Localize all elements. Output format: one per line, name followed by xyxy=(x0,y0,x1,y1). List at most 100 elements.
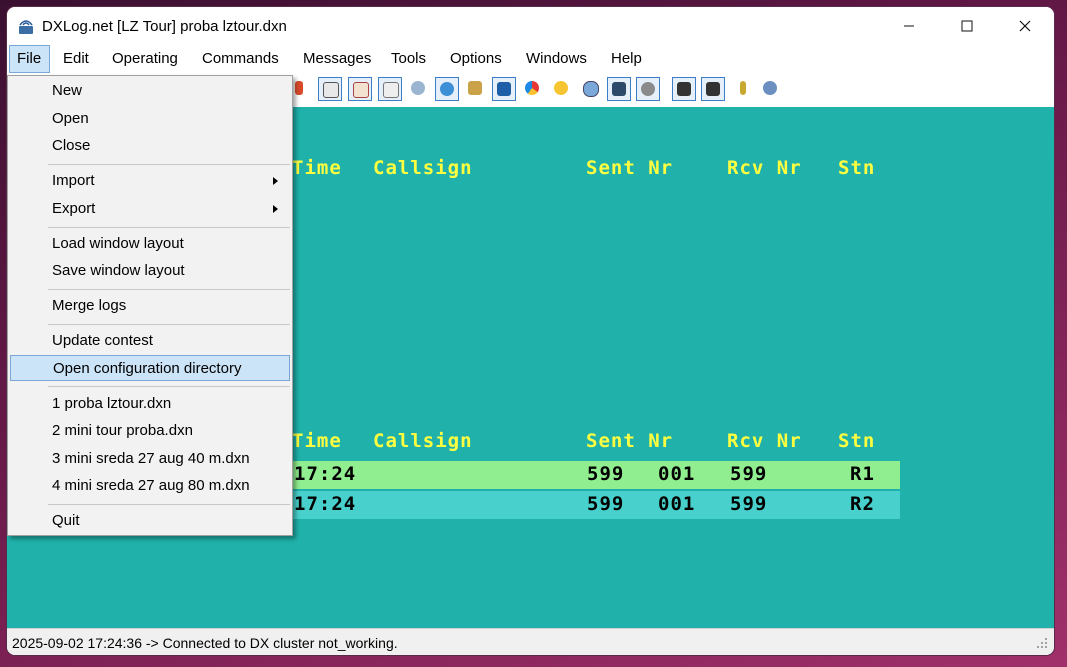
menu-item-update-contest[interactable]: Update contest xyxy=(10,328,290,354)
minimize-icon xyxy=(904,25,914,27)
submenu-arrow-icon xyxy=(273,205,278,213)
column-header-stn[interactable]: Stn xyxy=(838,157,875,179)
menu-messages[interactable]: Messages xyxy=(303,45,371,73)
menu-item-label: 4 mini sreda 27 aug 80 m.dxn xyxy=(52,477,250,494)
menu-item-label: Export xyxy=(52,200,96,217)
smiley-icon xyxy=(554,81,568,95)
menu-item-recent-file[interactable]: 4 mini sreda 27 aug 80 m.dxn xyxy=(10,473,290,499)
menu-separator xyxy=(48,386,290,387)
menu-item-import[interactable]: Import xyxy=(10,168,290,194)
globe-icon xyxy=(440,82,454,96)
column-header-sent-nr[interactable]: Sent Nr xyxy=(586,430,673,452)
toolbar-pie-button[interactable] xyxy=(521,77,545,101)
menu-item-merge-logs[interactable]: Merge logs xyxy=(10,293,290,319)
toolbar-smiley-button[interactable] xyxy=(550,77,574,101)
toolbar-chart-button[interactable] xyxy=(318,77,342,101)
column-header-stn[interactable]: Stn xyxy=(838,430,875,452)
menu-item-label: Save window layout xyxy=(52,262,185,279)
column-header-rcv-nr[interactable]: Rcv Nr xyxy=(727,430,802,452)
menu-item-label: Open xyxy=(52,110,89,127)
notes-icon xyxy=(468,81,482,95)
menu-item-close[interactable]: Close xyxy=(10,133,290,159)
toolbar-key-button[interactable] xyxy=(731,77,755,101)
column-header-callsign[interactable]: Callsign xyxy=(373,157,473,179)
log-number: 001 xyxy=(658,463,696,485)
log-sent: 599 xyxy=(587,493,625,515)
toolbar-monitor-button[interactable] xyxy=(607,77,631,101)
log-stn: R1 xyxy=(850,463,875,485)
log-time: 17:24 xyxy=(294,463,357,485)
menu-item-recent-file[interactable]: 1 proba lztour.dxn xyxy=(10,391,290,417)
menu-help[interactable]: Help xyxy=(611,45,642,73)
network-icon xyxy=(641,82,655,96)
menu-operating[interactable]: Operating xyxy=(112,45,178,73)
column-header-rcv-nr[interactable]: Rcv Nr xyxy=(727,157,802,179)
pie-chart-icon xyxy=(525,81,539,95)
title-bar[interactable]: DXLog.net [LZ Tour] proba lztour.dxn xyxy=(7,7,1054,45)
world-icon xyxy=(583,81,599,97)
log-sent: 599 xyxy=(587,463,625,485)
column-header-sent-nr[interactable]: Sent Nr xyxy=(586,157,673,179)
menu-item-open-configuration-directory[interactable]: Open configuration directory xyxy=(10,355,290,381)
status-bar: 2025-09-02 17:24:36 -> Connected to DX c… xyxy=(7,628,1054,655)
link-icon xyxy=(411,81,425,95)
toolbar-notes-button[interactable] xyxy=(464,77,488,101)
toolbar-globe-button[interactable] xyxy=(435,77,459,101)
column-header-callsign[interactable]: Callsign xyxy=(373,430,473,452)
antenna-icon xyxy=(353,82,369,98)
toolbar-radio2-button[interactable] xyxy=(701,77,725,101)
monitor-icon xyxy=(612,82,626,96)
column-header-time[interactable]: Time xyxy=(292,157,342,179)
menu-item-new[interactable]: New xyxy=(10,78,290,104)
radio-icon xyxy=(706,82,720,96)
menu-separator xyxy=(48,504,290,505)
menu-tools[interactable]: Tools xyxy=(391,45,426,73)
menu-item-label: 2 mini tour proba.dxn xyxy=(52,422,193,439)
toolbar-network-button[interactable] xyxy=(636,77,660,101)
menu-separator xyxy=(48,227,290,228)
app-icon xyxy=(19,20,33,34)
column-header-time[interactable]: Time xyxy=(292,430,342,452)
menu-item-label: Import xyxy=(52,172,95,189)
menu-edit[interactable]: Edit xyxy=(63,45,89,73)
log-stn: R2 xyxy=(850,493,875,515)
menu-item-load-window-layout[interactable]: Load window layout xyxy=(10,231,290,257)
menu-item-label: Quit xyxy=(52,512,80,529)
log-number: 001 xyxy=(658,493,696,515)
resize-grip-icon[interactable] xyxy=(1036,637,1048,649)
minimize-button[interactable] xyxy=(880,7,938,45)
menu-commands[interactable]: Commands xyxy=(202,45,279,73)
toolbar-radio1-button[interactable] xyxy=(672,77,696,101)
bandmap-icon xyxy=(497,82,511,96)
toolbar-document-button[interactable] xyxy=(378,77,402,101)
menu-item-label: 1 proba lztour.dxn xyxy=(52,395,172,412)
menu-options[interactable]: Options xyxy=(450,45,502,73)
maximize-icon xyxy=(961,20,973,32)
toolbar-settings-button[interactable] xyxy=(759,77,783,101)
menu-item-label: Update contest xyxy=(52,332,153,349)
toolbar-bandmap-button[interactable] xyxy=(492,77,516,101)
menu-item-quit[interactable]: Quit xyxy=(10,508,290,534)
menu-windows[interactable]: Windows xyxy=(526,45,587,73)
menu-item-open[interactable]: Open xyxy=(10,106,290,132)
menu-item-export[interactable]: Export xyxy=(10,196,290,222)
morse-key-icon xyxy=(740,81,746,95)
menu-item-recent-file[interactable]: 3 mini sreda 27 aug 40 m.dxn xyxy=(10,446,290,472)
menu-item-recent-file[interactable]: 2 mini tour proba.dxn xyxy=(10,418,290,444)
maximize-button[interactable] xyxy=(938,7,996,45)
menu-item-label: Open configuration directory xyxy=(53,360,242,377)
window-title: DXLog.net [LZ Tour] proba lztour.dxn xyxy=(42,18,287,35)
toolbar-world-button[interactable] xyxy=(579,77,603,101)
toolbar-link-button[interactable] xyxy=(407,77,431,101)
radio-icon xyxy=(677,82,691,96)
toolbar-antenna-button[interactable] xyxy=(348,77,372,101)
submenu-arrow-icon xyxy=(273,177,278,185)
menu-bar: File Edit Operating Commands Messages To… xyxy=(7,45,1054,73)
menu-item-save-window-layout[interactable]: Save window layout xyxy=(10,258,290,284)
log-rcv: 599 xyxy=(730,463,768,485)
menu-separator xyxy=(48,324,290,325)
close-button[interactable] xyxy=(996,7,1054,45)
chart-icon xyxy=(323,82,339,98)
menu-item-label: Merge logs xyxy=(52,297,127,314)
menu-file[interactable]: File xyxy=(9,45,50,73)
